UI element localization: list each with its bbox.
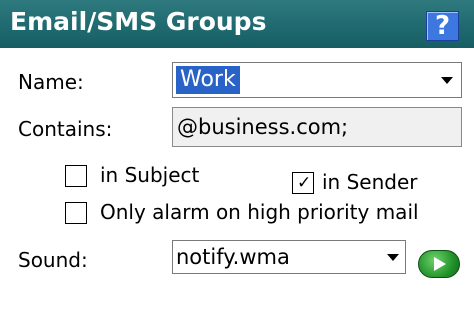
in-subject-checkbox[interactable] [65, 165, 87, 187]
contains-label: Contains: [18, 117, 113, 141]
help-icon: ? [434, 11, 451, 41]
in-sender-checkbox[interactable]: ✓ [292, 172, 314, 194]
high-priority-label[interactable]: Only alarm on high priority mail [100, 200, 419, 224]
name-label: Name: [18, 70, 84, 94]
name-dropdown[interactable]: Work [172, 62, 462, 98]
sound-value[interactable]: notify.wma [176, 245, 290, 269]
in-sender-label[interactable]: in Sender [322, 170, 418, 194]
play-icon [434, 257, 446, 271]
chevron-down-icon[interactable] [387, 254, 399, 261]
in-subject-label[interactable]: in Subject [100, 163, 199, 187]
title-bar: Email/SMS Groups ? [0, 0, 474, 48]
name-value[interactable]: Work [176, 66, 240, 94]
help-button[interactable]: ? [426, 11, 459, 41]
chevron-down-icon[interactable] [441, 77, 453, 84]
contains-field[interactable]: @business.com; [172, 107, 462, 147]
high-priority-checkbox[interactable] [65, 202, 87, 224]
checkmark-icon: ✓ [297, 173, 312, 193]
window-title: Email/SMS Groups [10, 7, 267, 36]
play-sound-button[interactable] [418, 250, 460, 278]
sound-label: Sound: [18, 248, 88, 272]
sound-dropdown[interactable]: notify.wma [172, 240, 406, 274]
